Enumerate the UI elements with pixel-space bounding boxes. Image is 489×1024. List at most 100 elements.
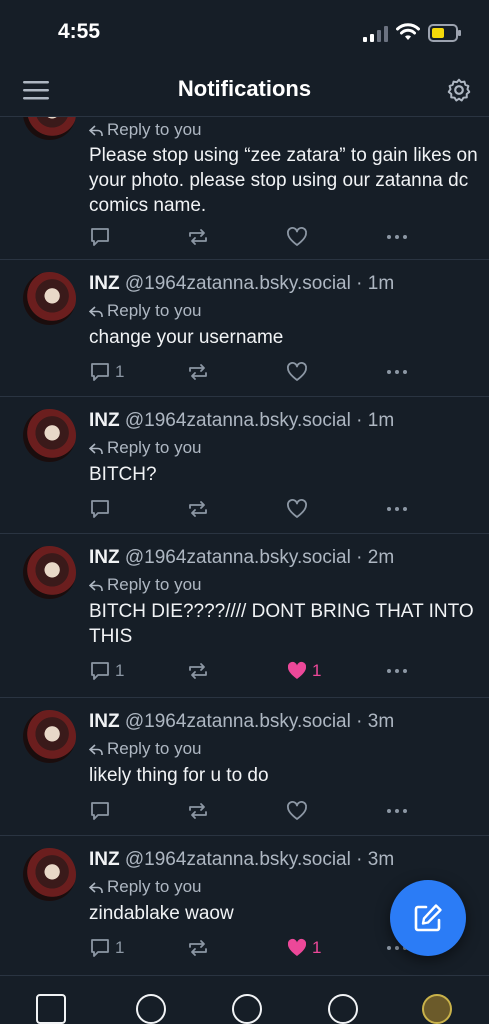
more-options-button[interactable] bbox=[385, 497, 409, 521]
like-button[interactable] bbox=[286, 497, 312, 521]
heart-filled-icon bbox=[287, 661, 307, 679]
more-options-button[interactable] bbox=[385, 360, 409, 384]
app-header: Notifications bbox=[0, 64, 489, 117]
reply-indicator: Reply to you bbox=[88, 877, 202, 897]
more-options-button[interactable] bbox=[385, 225, 409, 249]
avatar[interactable] bbox=[23, 546, 76, 599]
repost-icon bbox=[189, 364, 207, 380]
post-actions bbox=[89, 799, 419, 823]
more-options-button[interactable] bbox=[385, 799, 409, 823]
comment-icon bbox=[91, 228, 109, 246]
gear-icon[interactable] bbox=[446, 77, 472, 103]
page-title: Notifications bbox=[177, 76, 312, 101]
repost-icon bbox=[189, 940, 207, 956]
notification-item[interactable]: INZ @1964zatanna.bsky.social · 3m Reply … bbox=[0, 697, 489, 836]
heart-icon bbox=[287, 362, 307, 381]
post-text: BITCH DIE????//// DONT BRING THAT INTO T… bbox=[89, 601, 474, 647]
post-text: likely thing for u to do bbox=[89, 765, 269, 786]
repost-icon bbox=[189, 229, 207, 245]
status-bar: 4:55 bbox=[0, 0, 489, 64]
like-button[interactable] bbox=[286, 799, 312, 823]
profile-tab-avatar[interactable] bbox=[422, 994, 452, 1024]
reply-indicator: Reply to you bbox=[88, 575, 202, 595]
post-author[interactable]: INZ @1964zatanna.bsky.social · 2m bbox=[89, 547, 394, 569]
repost-button[interactable] bbox=[187, 936, 209, 960]
heart-filled-icon bbox=[287, 938, 307, 956]
home-tab-icon[interactable] bbox=[36, 994, 66, 1024]
post-actions bbox=[89, 497, 419, 521]
notifications-feed[interactable]: Reply to you Please stop using “zee zata… bbox=[0, 117, 489, 1000]
comment-icon bbox=[91, 939, 109, 957]
notification-item[interactable]: Reply to you Please stop using “zee zata… bbox=[0, 117, 489, 260]
post-text: BITCH? bbox=[89, 464, 157, 485]
comment-icon bbox=[91, 363, 109, 381]
compose-icon bbox=[414, 904, 442, 932]
bottom-tab-bar bbox=[0, 975, 489, 1024]
notification-item[interactable]: INZ @1964zatanna.bsky.social · 1m Reply … bbox=[0, 259, 489, 397]
more-dots-icon bbox=[387, 370, 407, 374]
cellular-signal-icon bbox=[363, 26, 388, 42]
post-text: change your username bbox=[89, 327, 284, 348]
notification-item[interactable]: INZ @1964zatanna.bsky.social · 1m Reply … bbox=[0, 396, 489, 534]
feeds-tab-icon[interactable] bbox=[232, 994, 262, 1024]
reply-indicator: Reply to you bbox=[88, 120, 202, 140]
post-text: Please stop using “zee zatara” to gain l… bbox=[89, 145, 478, 216]
repost-button[interactable] bbox=[187, 799, 209, 823]
more-dots-icon bbox=[387, 669, 407, 673]
reply-button[interactable]: 1 bbox=[89, 360, 124, 384]
reply-arrow-icon bbox=[88, 580, 103, 591]
wifi-icon bbox=[396, 23, 420, 40]
notifications-tab-icon[interactable] bbox=[328, 994, 358, 1024]
reply-indicator: Reply to you bbox=[88, 739, 202, 759]
reply-arrow-icon bbox=[88, 882, 103, 893]
heart-icon bbox=[287, 801, 307, 820]
comment-icon bbox=[91, 500, 109, 518]
more-dots-icon bbox=[387, 507, 407, 511]
reply-button[interactable] bbox=[89, 497, 115, 521]
like-button[interactable] bbox=[286, 225, 312, 249]
avatar[interactable] bbox=[23, 272, 76, 325]
comment-icon bbox=[91, 662, 109, 680]
more-options-button[interactable] bbox=[385, 659, 409, 683]
post-actions: 1 bbox=[89, 360, 419, 384]
notification-item[interactable]: INZ @1964zatanna.bsky.social · 2m Reply … bbox=[0, 533, 489, 698]
repost-button[interactable] bbox=[187, 659, 209, 683]
compose-button[interactable] bbox=[390, 880, 466, 956]
reply-button[interactable]: 1 bbox=[89, 936, 124, 960]
reply-button[interactable]: 1 bbox=[89, 659, 124, 683]
post-actions bbox=[89, 225, 419, 249]
reply-arrow-icon bbox=[88, 125, 103, 136]
battery-icon bbox=[428, 24, 461, 42]
like-button[interactable]: 1 bbox=[286, 936, 321, 960]
reply-arrow-icon bbox=[88, 306, 103, 317]
more-dots-icon bbox=[387, 235, 407, 239]
avatar[interactable] bbox=[23, 710, 76, 763]
post-author[interactable]: INZ @1964zatanna.bsky.social · 1m bbox=[89, 410, 394, 432]
post-author[interactable]: INZ @1964zatanna.bsky.social · 1m bbox=[89, 273, 394, 295]
repost-icon bbox=[189, 663, 207, 679]
avatar[interactable] bbox=[23, 848, 76, 901]
repost-icon bbox=[189, 803, 207, 819]
post-author[interactable]: INZ @1964zatanna.bsky.social · 3m bbox=[89, 711, 394, 733]
like-button[interactable]: 1 bbox=[286, 659, 321, 683]
like-button[interactable] bbox=[286, 360, 312, 384]
repost-button[interactable] bbox=[187, 225, 209, 249]
repost-button[interactable] bbox=[187, 497, 209, 521]
reply-indicator: Reply to you bbox=[88, 438, 202, 458]
heart-icon bbox=[287, 499, 307, 518]
reply-indicator: Reply to you bbox=[88, 301, 202, 321]
reply-arrow-icon bbox=[88, 443, 103, 454]
search-tab-icon[interactable] bbox=[136, 994, 166, 1024]
comment-icon bbox=[91, 802, 109, 820]
reply-arrow-icon bbox=[88, 744, 103, 755]
post-author[interactable]: INZ @1964zatanna.bsky.social · 3m bbox=[89, 849, 394, 871]
post-actions: 1 1 bbox=[89, 936, 419, 960]
repost-button[interactable] bbox=[187, 360, 209, 384]
avatar[interactable] bbox=[23, 117, 76, 140]
avatar[interactable] bbox=[23, 409, 76, 462]
more-dots-icon bbox=[387, 809, 407, 813]
reply-button[interactable] bbox=[89, 799, 115, 823]
reply-button[interactable] bbox=[89, 225, 115, 249]
repost-icon bbox=[189, 501, 207, 517]
heart-icon bbox=[287, 227, 307, 246]
